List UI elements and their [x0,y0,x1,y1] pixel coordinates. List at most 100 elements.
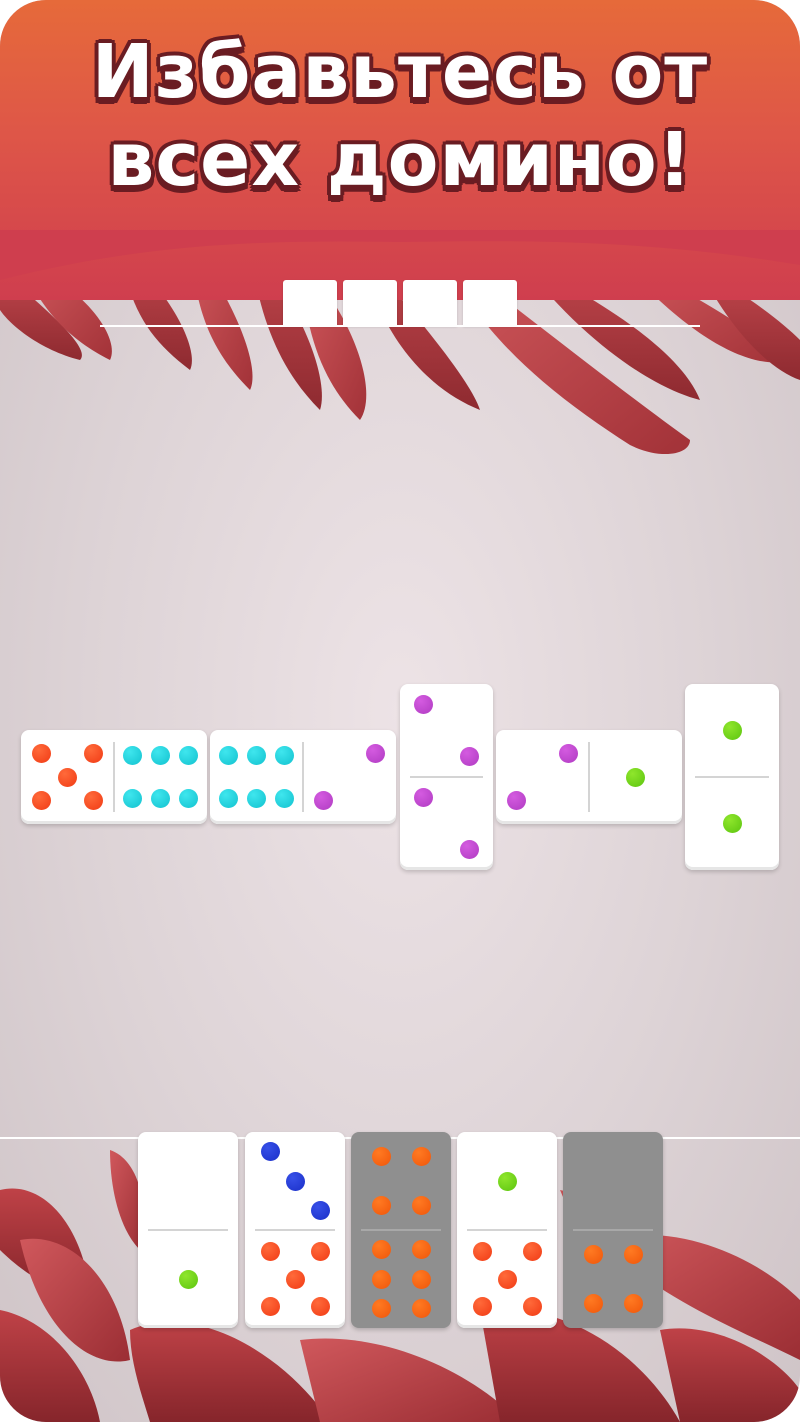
pip [623,1245,643,1264]
pip [371,1269,391,1289]
hand-domino[interactable] [138,1132,238,1328]
pip [274,789,294,809]
hand-domino[interactable] [563,1132,663,1328]
progress-slot [463,280,517,326]
domino-half-first [685,684,779,777]
pip [506,791,526,810]
pip [411,1298,431,1318]
board-domino [400,684,493,870]
progress-slot [403,280,457,326]
pip [371,1240,391,1260]
board-domino [21,730,207,824]
domino-half-first [563,1132,663,1230]
pip [247,745,266,765]
domino-half-first [400,684,493,777]
pip [522,1242,542,1262]
progress-slot [283,280,337,326]
pip [151,745,170,765]
pip [123,789,143,809]
pip [460,840,480,860]
pip [371,1147,391,1166]
pip [84,791,104,810]
hand-domino[interactable] [245,1132,345,1328]
pip [31,791,51,810]
domino-half-second [457,1230,557,1328]
pip [559,744,579,763]
domino-half-first [210,730,303,824]
domino-divider [361,1229,441,1231]
domino-divider [113,742,115,812]
pip [626,767,645,787]
pip [260,1242,280,1262]
board-domino [210,730,396,824]
pip [722,814,742,833]
pip [31,744,51,763]
pip [472,1242,492,1262]
headline-line-1: Избавьтесь от [91,29,709,115]
pip [413,787,433,807]
pip [310,1296,330,1316]
domino-half-first [138,1132,238,1230]
domino-divider [410,776,483,778]
domino-half-second [400,777,493,870]
domino-half-first [245,1132,345,1230]
pip [366,744,386,763]
pip [522,1296,542,1316]
domino-half-second [114,730,207,824]
pip [260,1142,280,1162]
pip [413,694,433,714]
pip [274,745,294,765]
progress-indicator [100,280,700,328]
domino-divider [255,1229,335,1231]
pip [310,1200,330,1220]
pip [285,1269,305,1289]
pip [219,789,239,809]
progress-slot [343,280,397,326]
domino-divider [573,1229,653,1231]
domino-half-second [303,730,396,824]
domino-half-first [496,730,589,824]
pip [411,1147,431,1166]
pip [583,1245,603,1264]
pip [84,744,104,763]
domino-half-second [563,1230,663,1328]
progress-baseline [100,325,700,327]
domino-half-second [351,1230,451,1328]
pip [411,1240,431,1260]
pip [260,1296,280,1316]
pip [411,1269,431,1289]
domino-divider [695,776,769,778]
pip [460,747,480,767]
game-screen: Избавьтесь от всех домино! [0,0,800,1422]
pip [285,1171,305,1191]
pip [623,1294,643,1313]
pip [219,745,239,765]
hand-domino[interactable] [457,1132,557,1328]
pip [313,791,333,810]
hand-domino[interactable] [351,1132,451,1328]
domino-divider [148,1229,228,1231]
domino-half-second [138,1230,238,1328]
headline-line-2: всех домино! [107,117,693,203]
domino-half-first [457,1132,557,1230]
domino-half-second [589,730,682,824]
pip [497,1269,517,1289]
board-domino [685,684,779,870]
domino-divider [467,1229,547,1231]
domino-half-first [351,1132,451,1230]
pip [178,745,198,765]
pip [583,1294,603,1313]
pip [58,767,77,787]
pip [178,1269,198,1289]
pip [411,1196,431,1215]
pip [497,1171,517,1191]
pip [310,1242,330,1262]
pip [151,789,170,809]
domino-half-second [685,777,779,870]
pip [178,789,198,809]
pip [123,745,143,765]
pip [722,721,742,740]
pip [371,1196,391,1215]
domino-divider [588,742,590,812]
pip [472,1296,492,1316]
